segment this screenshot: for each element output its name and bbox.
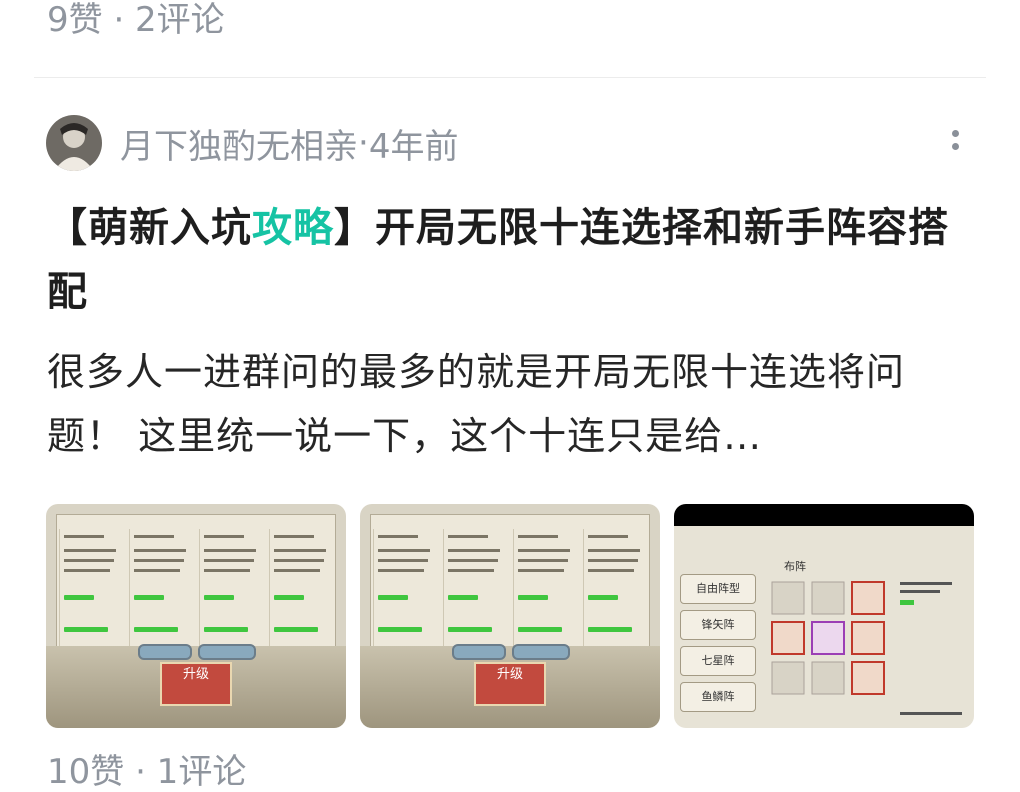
more-options-icon[interactable]	[950, 124, 960, 160]
formation-heading: 布阵	[784, 560, 806, 573]
author-name[interactable]: 月下独酌无相亲	[120, 119, 358, 168]
image-thumbnail-1[interactable]: 升级	[46, 504, 346, 728]
formation-menu-item: 七星阵	[680, 646, 756, 676]
image-thumbnail-2[interactable]: 升级	[360, 504, 660, 728]
title-keyword-link[interactable]: 攻略	[252, 205, 334, 251]
author-row[interactable]: 月下独酌无相亲 · 4年前	[46, 114, 458, 172]
post-excerpt[interactable]: 很多人一进群问的最多的就是开局无限十连选将问题！ 这里统一说一下，这个十连只是给…	[47, 340, 977, 468]
upgrade-button-image: 升级	[160, 662, 232, 706]
avatar[interactable]	[46, 115, 102, 171]
post-title[interactable]: 【萌新入坑攻略】开局无限十连选择和新手阵容搭配	[47, 196, 977, 324]
post-stats-bottom: 10赞 · 1评论	[47, 752, 247, 792]
formation-menu-item: 鱼鳞阵	[680, 682, 756, 712]
formation-menu-item: 锋矢阵	[680, 610, 756, 640]
formation-menu-item: 自由阵型	[680, 574, 756, 604]
upgrade-button-image: 升级	[474, 662, 546, 706]
image-gallery: 升级 升级 布阵 自由阵型 锋矢阵 七星阵 鱼鳞阵	[46, 504, 974, 728]
post-stats-top: 9赞 · 2评论	[47, 0, 225, 40]
divider	[34, 77, 986, 78]
post-time: 4年前	[368, 126, 459, 167]
title-prefix: 【萌新入坑	[47, 205, 252, 251]
image-thumbnail-3[interactable]: 布阵 自由阵型 锋矢阵 七星阵 鱼鳞阵	[674, 504, 974, 728]
meta-separator: ·	[358, 123, 369, 163]
